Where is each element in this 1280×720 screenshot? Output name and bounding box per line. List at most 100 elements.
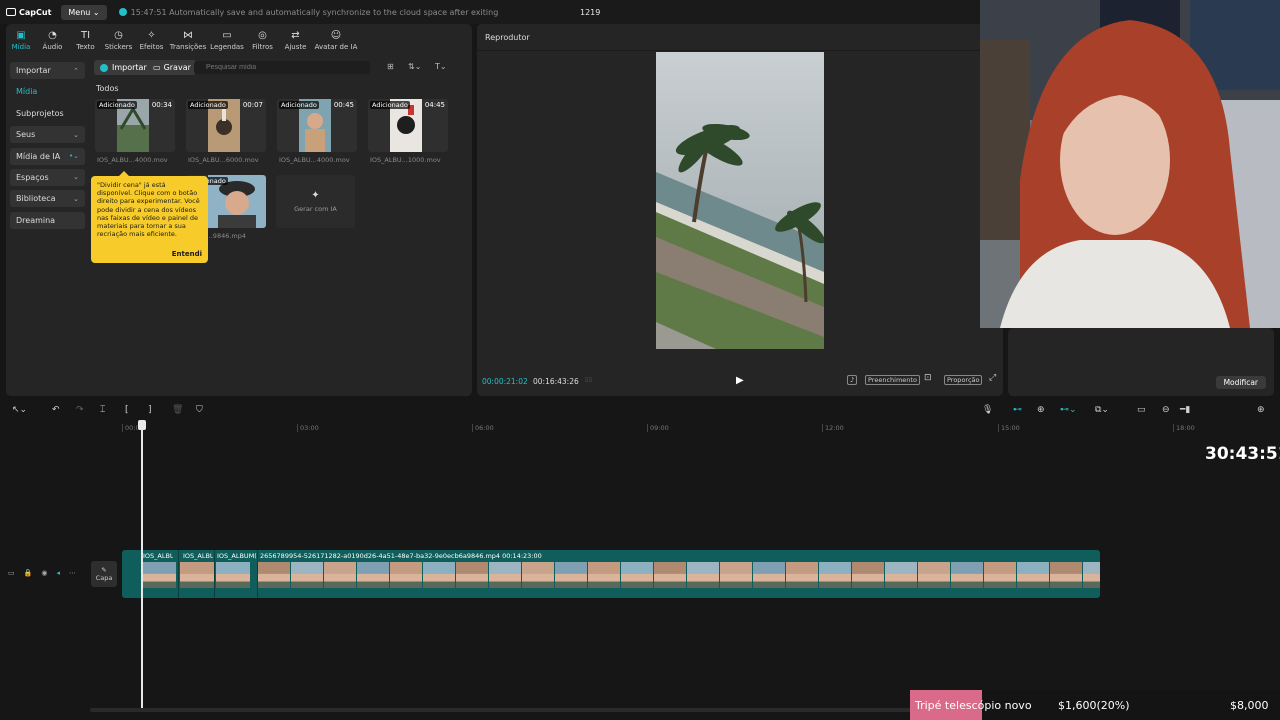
snap-icon[interactable]: ⊕ <box>1037 405 1045 415</box>
sidebar-item-dreamina[interactable]: Dreamina <box>10 211 85 229</box>
clip-label: IOS_ALBUM( <box>217 552 257 560</box>
playhead-handle[interactable] <box>138 420 146 430</box>
playhead[interactable] <box>141 420 143 708</box>
track-thumbnail-toggle-icon[interactable]: ▭ <box>8 569 15 577</box>
tab-filters[interactable]: ◎ Filtros <box>246 26 279 54</box>
eye-icon[interactable]: ◉ <box>41 569 47 577</box>
microphone-icon[interactable]: 🎙 <box>982 405 993 415</box>
lock-icon[interactable]: 🔒 <box>24 569 33 577</box>
clip-frame-thumbnail <box>423 562 455 588</box>
tab-text[interactable]: TI Texto <box>69 26 102 54</box>
link-icon[interactable]: ⊷ <box>1013 405 1022 415</box>
sidebar-item-import[interactable]: Importar ⌃ <box>10 62 85 79</box>
tab-adjust[interactable]: ⇄ Ajuste <box>279 26 312 54</box>
crop-icon[interactable]: ⊡ <box>924 373 932 383</box>
duration-label: 00:45 <box>333 101 354 109</box>
generate-ai-button[interactable]: ✦ Gerar com IA <box>276 175 355 228</box>
sidebar-item-label: Subprojetos <box>16 108 64 118</box>
more-icon[interactable]: ⋯ <box>69 569 76 577</box>
tab-ai-avatar[interactable]: ☺ Avatar de IA <box>312 26 360 54</box>
search-input[interactable] <box>194 61 370 74</box>
webcam-overlay <box>980 0 1280 328</box>
video-track[interactable]: IOS_ALBU IOS_ALBU IOS_ALBUM( 2656789954-… <box>122 550 1100 598</box>
clip-frame-thumbnail <box>588 562 620 588</box>
timeline-ruler[interactable]: 00:00 03:00 06:00 09:00 12:00 15:00 18:0… <box>90 422 1280 434</box>
sidebar-item-spaces[interactable]: Espaços ⌄ <box>10 168 85 186</box>
delete-icon[interactable]: 🗑 <box>172 405 183 415</box>
clip-frame-thumbnail <box>654 562 686 588</box>
clip-frame-thumbnail <box>456 562 488 588</box>
audio-icon[interactable]: ◂ <box>56 569 60 577</box>
tab-transitions[interactable]: ⋈ Transições <box>168 26 208 54</box>
split-right-icon[interactable]: ] <box>148 405 152 415</box>
ratio-button[interactable]: Proporção <box>944 375 983 385</box>
tab-audio[interactable]: ◔ Áudio <box>36 26 69 54</box>
sort-icon[interactable]: ⇅⌄ <box>408 62 421 71</box>
media-item[interactable]: Adicionado 00:07 <box>186 99 266 152</box>
media-item[interactable]: Adicionado 00:34 <box>95 99 175 152</box>
modify-button[interactable]: Modificar <box>1215 376 1266 389</box>
tab-stickers[interactable]: ◷ Stickers <box>102 26 135 54</box>
shield-icon[interactable]: ⛉ <box>196 405 203 415</box>
zoom-out-icon[interactable]: ⊖ <box>1162 405 1170 415</box>
media-filename: IOS_ALBU...1000.mov <box>370 156 441 164</box>
chevron-down-icon: ⌄ <box>73 130 79 139</box>
capcut-logo-icon <box>6 8 16 16</box>
split-left-icon[interactable]: [ <box>125 405 129 415</box>
split-icon[interactable]: ⌶ <box>100 405 105 415</box>
sidebar-item-library[interactable]: Biblioteca ⌄ <box>10 190 85 208</box>
sidebar-item-media[interactable]: Mídia <box>10 83 85 100</box>
redo-icon[interactable]: ↷ <box>76 405 84 415</box>
media-item[interactable]: Adicionado 04:45 <box>368 99 448 152</box>
clip-frame-thumbnail <box>142 562 176 588</box>
sidebar-item-ai-media[interactable]: Mídia de IA •⌄ <box>10 147 85 165</box>
clip-label: IOS_ALBU <box>143 552 173 560</box>
added-badge: Adicionado <box>370 101 410 109</box>
effects-icon: ✧ <box>147 29 156 41</box>
grid-view-icon[interactable]: ⊞ <box>387 62 394 71</box>
ruler-tick: 09:00 <box>647 424 669 432</box>
sparkle-icon: ✦ <box>311 190 320 201</box>
fullscreen-icon[interactable]: ⤢ <box>989 373 996 383</box>
clip-frame-thumbnail <box>324 562 356 588</box>
text-icon: TI <box>80 29 91 41</box>
filter-icon[interactable]: T⌄ <box>435 62 447 71</box>
zoom-in-icon[interactable]: ⊕ <box>1257 405 1265 415</box>
zoom-slider[interactable]: ━▮ <box>1180 405 1190 415</box>
sticker-icon: ◷ <box>114 29 123 41</box>
track-options-icon[interactable]: ⧉⌄ <box>1095 405 1109 415</box>
timecode-toggle-icon[interactable]: ▯▯ <box>585 375 592 383</box>
goal-name: Tripé telescópio novo <box>915 699 1032 712</box>
project-title[interactable]: 1219 <box>580 8 600 17</box>
sidebar-item-yours[interactable]: Seus ⌄ <box>10 126 85 144</box>
cover-button[interactable]: ✎ Capa <box>91 561 117 587</box>
record-button[interactable]: ▭ Gravar <box>148 60 196 75</box>
tab-effects[interactable]: ✧ Efeitos <box>135 26 168 54</box>
clip-label: IOS_ALBU <box>183 552 213 560</box>
undo-icon[interactable]: ↶ <box>52 405 60 415</box>
tab-captions[interactable]: ▭ Legendas <box>208 26 246 54</box>
duration-label: 04:45 <box>424 101 445 109</box>
tooltip-ok-button[interactable]: Entendi <box>172 250 202 258</box>
sidebar-item-label: Importar <box>16 66 51 75</box>
caption-track-icon[interactable]: ▭ <box>1137 405 1146 415</box>
preview-axis-icon[interactable]: ⊷⌄ <box>1060 405 1077 415</box>
cloud-sync-icon <box>118 8 127 16</box>
tab-media[interactable]: ▣ Mídia <box>6 26 36 54</box>
select-tool-icon[interactable]: ↖⌄ <box>12 405 27 415</box>
ruler-tick: 18:00 <box>1173 424 1195 432</box>
play-button[interactable]: ▶ <box>736 375 744 386</box>
fill-button[interactable]: Preenchimento <box>865 375 920 385</box>
menu-button[interactable]: Menu ⌄ <box>61 4 107 20</box>
track-controls: ▭ 🔒 ◉ ◂ ⋯ <box>8 566 88 580</box>
ruler-tick: 03:00 <box>297 424 319 432</box>
sidebar-item-subprojects[interactable]: Subprojetos <box>10 105 85 122</box>
sound-icon[interactable]: ♪ <box>847 375 858 385</box>
media-filename: IOS_ALBU...4000.mov <box>279 156 350 164</box>
import-button[interactable]: Importar <box>94 60 153 75</box>
media-item[interactable]: Adicionado 00:45 <box>277 99 357 152</box>
media-filename: IOS_ALBU...4000.mov <box>97 156 168 164</box>
ruler-tick: 12:00 <box>822 424 844 432</box>
video-preview[interactable] <box>656 52 824 349</box>
clip-frame-thumbnail <box>984 562 1016 588</box>
